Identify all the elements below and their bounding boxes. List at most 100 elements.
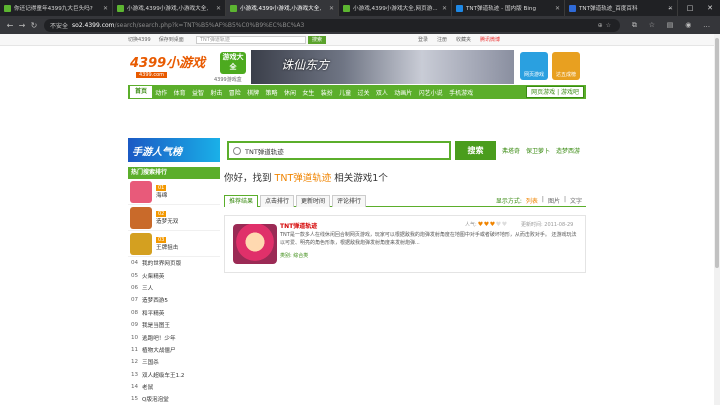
nav-item[interactable]: 儿童 [336,88,354,97]
top-search-button[interactable]: 搜索 [308,36,326,44]
close-tab-icon[interactable]: ✕ [329,5,334,12]
close-window-icon[interactable]: ✕ [700,0,720,16]
site-logo[interactable]: 4399小游戏 4399.com [130,52,208,82]
tab-click-rank[interactable]: 点击排行 [260,195,295,207]
list-item[interactable]: 08 和平精英 [128,307,220,319]
nav-item[interactable]: 休闲 [281,88,299,97]
nav-webgame-link[interactable]: 网页游戏 | 游戏吧 [526,86,584,98]
nav-item[interactable]: 双人 [373,88,391,97]
login-link[interactable]: 登录 [418,36,428,43]
game-cover-image[interactable] [233,224,277,264]
browser-tab[interactable]: TNT弹道轨迹 - 国内版 Bing ✕ [452,0,565,16]
game-name: 三国杀 [142,360,159,367]
page-scrollbar[interactable] [714,34,720,405]
tab-recommended[interactable]: 推荐结果 [224,195,259,207]
nav-item[interactable]: 动作 [152,88,170,97]
list-item[interactable]: 05 火柴精英 [128,269,220,281]
list-item[interactable]: 14 老鼠 [128,381,220,393]
main-search-input[interactable]: TNT弹道轨迹 [227,141,451,160]
tab-update-time[interactable]: 更新时间 [296,195,331,207]
list-item[interactable]: 09 我是当图王 [128,319,220,331]
category-link[interactable]: 综合类 [293,253,308,259]
ranking-button[interactable]: 达五成榜 [552,52,580,80]
ranked-game-item[interactable]: 02 造梦无双 [128,205,220,231]
ranked-game-item[interactable]: 03 王牌狙击 [128,231,220,257]
register-link[interactable]: 注册 [437,36,447,43]
result-description: TNT是一款多人在线休闲回合制网页游戏，玩家可以根据敌我的炮弹发射角度在地图中对… [280,232,577,246]
forward-icon[interactable]: → [16,21,28,30]
nav-item[interactable]: 益智 [189,88,207,97]
close-tab-icon[interactable]: ✕ [555,5,560,12]
list-item[interactable]: 11 植物大战僵尸 [128,344,220,356]
browser-tab[interactable]: 小游戏,4399小游戏,小游戏大全, ✕ [113,0,226,16]
hot-word-link[interactable]: 造梦西游 [556,146,580,155]
hot-word-link[interactable]: 弗塔奇 [502,146,520,155]
nav-item[interactable]: 过关 [354,88,372,97]
list-item[interactable]: 10 逃跑吧！少年 [128,331,220,343]
list-item[interactable]: 13 双人超级车王1.2 [128,369,220,381]
nav-item[interactable]: 体育 [170,88,188,97]
view-text[interactable]: 文字 [570,196,582,205]
nav-item[interactable]: 冒险 [226,88,244,97]
result-game-title[interactable]: TNT弹道轨迹 [280,221,317,230]
nav-item[interactable]: 手机游戏 [446,88,476,97]
scrollbar-thumb[interactable] [715,38,719,268]
webgame-button[interactable]: 网页游戏 [520,52,548,80]
close-tab-icon[interactable]: ✕ [442,5,447,12]
rank-number: 09 [131,322,139,329]
nav-home[interactable]: 首页 [130,86,153,98]
game-name: 植物大战僵尸 [142,347,176,354]
minimize-icon[interactable]: – [660,0,680,16]
list-item[interactable]: 15 Q版泡泡堂 [128,393,220,405]
nav-item[interactable]: 女生 [299,88,317,97]
list-item[interactable]: 07 造梦西游5 [128,294,220,306]
collections-icon[interactable]: ▤ [667,21,674,30]
mobile-hot-banner[interactable]: 手游人气榜 [128,138,220,162]
nav-item[interactable]: 动画片 [391,88,415,97]
address-bar-row: ← → ↻ 不安全 so2.4399.com/search/search.php… [0,16,720,34]
site-top-strip: 切换4399 保存到桌面 TNT弹道轨迹 搜索 登录 注册 收藏夹 腾讯微博 [0,34,714,46]
list-item[interactable]: 04 我的世界网页版 [128,257,220,269]
not-secure-label[interactable]: 不安全 [50,21,68,30]
favorites-link[interactable]: 收藏夹 [456,36,471,43]
tab-comment-rank[interactable]: 评论排行 [332,195,367,207]
view-list[interactable]: 列表 [526,196,538,205]
rank-number: 08 [131,309,139,316]
heart-icon: ♥ [501,220,508,228]
close-tab-icon[interactable]: ✕ [103,5,108,12]
list-item[interactable]: 12 三国杀 [128,356,220,368]
back-icon[interactable]: ← [4,21,16,30]
maximize-icon[interactable]: □ [680,0,700,16]
ranked-game-item[interactable]: 01 海绵 [128,179,220,205]
reload-icon[interactable]: ↻ [28,21,40,30]
top-link[interactable]: 切换4399 [128,36,151,43]
close-tab-icon[interactable]: ✕ [216,5,221,12]
top-link[interactable]: 保存到桌面 [159,36,184,43]
ad-banner[interactable]: 诛仙东方 [251,50,514,84]
favorites-icon[interactable]: ☆ [649,21,655,30]
view-image[interactable]: 图片 [548,196,560,205]
url-field[interactable]: 不安全 so2.4399.com/search/search.php?k=TNT… [44,18,620,32]
browser-tab[interactable]: 小游戏,4399小游戏大全,网页游... ✕ [339,0,452,16]
list-item[interactable]: 06 三人 [128,282,220,294]
top-search-input[interactable]: TNT弹道轨迹 [196,36,306,44]
nav-item[interactable]: 棋牌 [244,88,262,97]
translate-icon[interactable]: ⊕ [598,22,606,29]
game-box-logo[interactable]: 游戏大全 [220,52,246,74]
browser-tab[interactable]: 你还记得童年4399九大巨头吗? ✕ [0,0,113,16]
site-favicon-icon [343,4,350,12]
main-search-button[interactable]: 搜索 [455,141,496,160]
nav-item[interactable]: 射击 [207,88,225,97]
nav-item[interactable]: 策略 [262,88,280,97]
nav-item[interactable]: 闪艺小说 [415,88,445,97]
hot-word-link[interactable]: 保卫萝卜 [526,146,550,155]
game-name: 逃跑吧！少年 [142,335,176,342]
profile-icon[interactable]: ◉ [685,21,691,30]
browser-tab-active[interactable]: 小游戏,4399小游戏,小游戏大全, ✕ [226,0,339,16]
weibo-link[interactable]: 腾讯微博 [480,36,500,43]
star-icon[interactable]: ☆ [606,22,614,29]
menu-icon[interactable]: … [703,21,710,30]
nav-item[interactable]: 装扮 [318,88,336,97]
extensions-icon[interactable]: ⧉ [632,21,637,30]
popularity-rating: 人气: ♥♥♥♥♥ [465,220,508,228]
